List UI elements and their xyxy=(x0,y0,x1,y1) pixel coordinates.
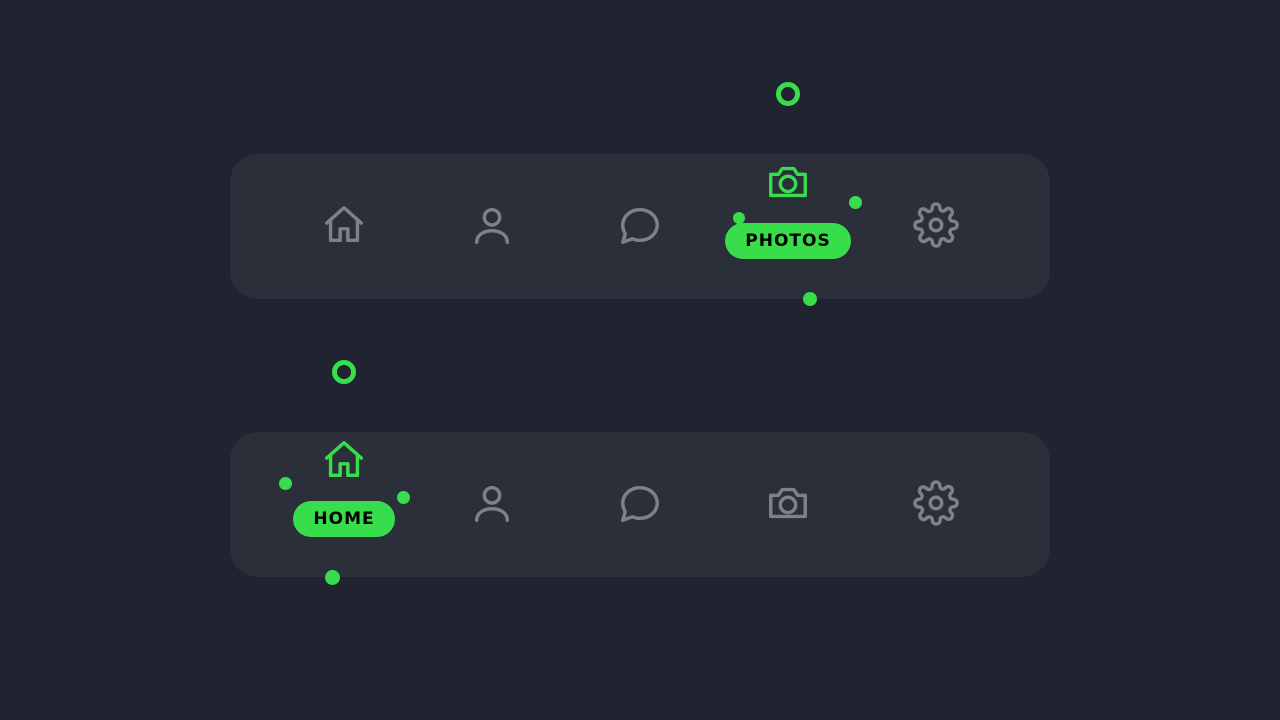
home-icon xyxy=(321,202,367,252)
nav-item-settings[interactable]: SETTINGS xyxy=(876,154,996,299)
nav-item-home[interactable]: HOME xyxy=(284,154,404,299)
nav-item-home[interactable]: HOME xyxy=(284,414,404,559)
particle-dot xyxy=(803,292,817,306)
nav-item-comment[interactable]: CHAT xyxy=(580,154,700,299)
particle-dot xyxy=(279,477,292,490)
navbar-2: HOME USER CHAT PHOTOS SETTINGS xyxy=(230,432,1050,577)
gear-icon xyxy=(913,480,959,530)
nav-label: PHOTOS xyxy=(725,223,850,259)
nav-item-user[interactable]: USER xyxy=(432,154,552,299)
nav-label: HOME xyxy=(293,501,394,537)
camera-icon xyxy=(765,480,811,530)
home-icon xyxy=(321,437,367,487)
user-icon xyxy=(469,202,515,252)
ring-indicator xyxy=(776,82,800,106)
nav-item-user[interactable]: USER xyxy=(432,432,552,577)
comment-icon xyxy=(617,480,663,530)
nav-item-camera[interactable]: PHOTOS xyxy=(728,136,848,281)
particle-dot xyxy=(849,196,862,209)
particle-dot xyxy=(397,491,410,504)
gear-icon xyxy=(913,202,959,252)
particle-dot xyxy=(325,570,340,585)
navbar-1: HOME USER CHAT PHOTOS SETTINGS xyxy=(230,154,1050,299)
comment-icon xyxy=(617,202,663,252)
particle-dot xyxy=(733,212,745,224)
user-icon xyxy=(469,480,515,530)
nav-item-comment[interactable]: CHAT xyxy=(580,432,700,577)
nav-item-camera[interactable]: PHOTOS xyxy=(728,432,848,577)
nav-item-settings[interactable]: SETTINGS xyxy=(876,432,996,577)
ring-indicator xyxy=(332,360,356,384)
camera-icon xyxy=(765,159,811,209)
